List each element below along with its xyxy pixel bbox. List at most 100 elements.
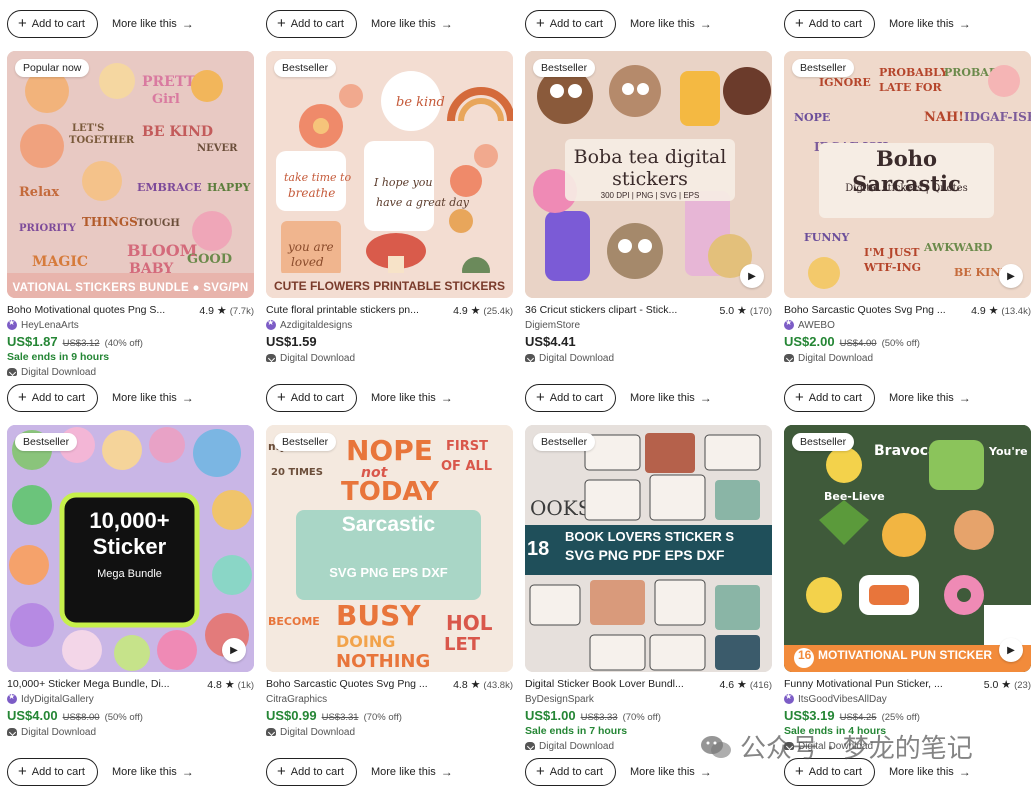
- add-to-cart-button[interactable]: + Add to cart: [525, 758, 616, 786]
- add-to-cart-button[interactable]: + Add to cart: [7, 384, 98, 412]
- listing-card[interactable]: 10,000+ Sticker Mega Bundle Bestseller ▶…: [7, 425, 254, 739]
- listing-card[interactable]: NOPE not TODAY FIRST OF ALL myself 20 TI…: [266, 425, 513, 739]
- shop-name[interactable]: DigiemStore: [525, 318, 772, 332]
- play-icon[interactable]: ▶: [999, 264, 1023, 288]
- add-to-cart-button[interactable]: + Add to cart: [784, 384, 875, 412]
- wechat-icon: [701, 735, 731, 758]
- listing-title[interactable]: Digital Sticker Book Lover Bundl...: [525, 678, 684, 690]
- more-like-this-link[interactable]: More like this →: [371, 765, 453, 779]
- sale-price: US$4.00: [7, 708, 58, 723]
- bestseller-badge: Bestseller: [792, 433, 855, 451]
- price-row: US$4.00 US$8.00 (50% off): [7, 708, 254, 725]
- rating: 4.6 ★ (416): [719, 678, 772, 691]
- price: US$1.59: [266, 334, 317, 349]
- more-like-this-link[interactable]: More like this →: [889, 17, 971, 31]
- more-like-this-link[interactable]: More like this →: [630, 391, 712, 405]
- add-to-cart-button[interactable]: + Add to cart: [525, 384, 616, 412]
- shop-name[interactable]: HeyLenaArts: [7, 318, 254, 332]
- add-to-cart-button[interactable]: + Add to cart: [7, 758, 98, 786]
- play-icon[interactable]: ▶: [222, 638, 246, 662]
- listing-title[interactable]: Funny Motivational Pun Sticker, ...: [784, 678, 943, 690]
- svg-text:Bee-Lieve: Bee-Lieve: [824, 490, 885, 503]
- bestseller-badge: Bestseller: [533, 59, 596, 77]
- add-to-cart-button[interactable]: + Add to cart: [7, 10, 98, 38]
- star-icon: ★: [224, 678, 235, 691]
- listing-image[interactable]: Bravocado! You're Bee-Lieve MOTIVATIONAL…: [784, 425, 1031, 672]
- sale-price: US$2.00: [784, 334, 835, 349]
- svg-text:TOGETHER: TOGETHER: [69, 135, 135, 146]
- sale-price: US$1.00: [525, 708, 576, 723]
- svg-text:TODAY: TODAY: [341, 477, 440, 507]
- play-icon[interactable]: ▶: [999, 638, 1023, 662]
- sticker-collage-image: PRETTY Girl LET'S TOGETHER BE KIND NEVER…: [7, 51, 254, 298]
- svg-text:DOING: DOING: [336, 632, 395, 651]
- more-like-this-link[interactable]: More like this →: [112, 391, 194, 405]
- star-icon: ★: [216, 304, 227, 317]
- listing-title[interactable]: 36 Cricut stickers clipart - Stick...: [525, 304, 677, 316]
- price-row: US$1.00 US$3.33 (70% off): [525, 708, 772, 725]
- discount: (50% off): [104, 712, 143, 723]
- plus-icon: +: [18, 15, 27, 32]
- popular-badge: Popular now: [15, 59, 90, 77]
- listing-card[interactable]: PRETTY Girl LET'S TOGETHER BE KIND NEVER…: [7, 51, 254, 379]
- rating: 4.9 ★ (7.7k): [199, 304, 254, 317]
- listing-card[interactable]: IGNORE PROBABLY LATE FOR PROBABLY NOPE N…: [784, 51, 1031, 365]
- add-to-cart-button[interactable]: + Add to cart: [266, 384, 357, 412]
- listing-title[interactable]: Boho Motivational quotes Png S...: [7, 304, 165, 316]
- listing-image[interactable]: 10,000+ Sticker Mega Bundle Bestseller ▶: [7, 425, 254, 672]
- shop-name[interactable]: ByDesignSpark: [525, 692, 772, 706]
- listing-title[interactable]: Boho Sarcastic Quotes Svg Png ...: [266, 678, 428, 690]
- listing-card[interactable]: be kind take time to breathe I hope you …: [266, 51, 513, 365]
- more-like-this-link[interactable]: More like this →: [112, 17, 194, 31]
- svg-text:BECOME: BECOME: [268, 615, 320, 628]
- listing-info: Cute floral printable stickers pn... 4.9…: [266, 298, 513, 365]
- shop-name[interactable]: Azdigitaldesigns: [266, 318, 513, 332]
- play-icon[interactable]: ▶: [740, 264, 764, 288]
- listing-info: Boho Sarcastic Quotes Svg Png ... 4.9 ★ …: [784, 298, 1031, 365]
- listing-image[interactable]: PRETTY Girl LET'S TOGETHER BE KIND NEVER…: [7, 51, 254, 298]
- add-to-cart-button[interactable]: + Add to cart: [266, 10, 357, 38]
- plus-icon: +: [795, 15, 804, 32]
- listing-card[interactable]: Boba tea digital stickers 300 DPI | PNG …: [525, 51, 772, 365]
- original-price: US$8.00: [62, 712, 100, 723]
- listing-image[interactable]: Boba tea digital stickers 300 DPI | PNG …: [525, 51, 772, 298]
- bestseller-badge: Bestseller: [274, 433, 337, 451]
- cloud-download-icon: [784, 354, 794, 362]
- digital-download: Digital Download: [7, 365, 254, 379]
- shop-name[interactable]: AWEBO: [784, 318, 1031, 332]
- listing-card[interactable]: Bravocado! You're Bee-Lieve MOTIVATIONAL…: [784, 425, 1031, 753]
- arrow-right-icon: →: [958, 391, 971, 405]
- shop-name[interactable]: ItsGoodVibesAllDay: [784, 692, 1031, 706]
- more-like-this-link[interactable]: More like this →: [630, 765, 712, 779]
- add-to-cart-button[interactable]: + Add to cart: [525, 10, 616, 38]
- svg-text:take time to: take time to: [284, 171, 351, 184]
- listing-image[interactable]: IGNORE PROBABLY LATE FOR PROBABLY NOPE N…: [784, 51, 1031, 298]
- price: US$4.41: [525, 334, 576, 349]
- plus-icon: +: [536, 389, 545, 406]
- plus-icon: +: [18, 389, 27, 406]
- more-like-this-link[interactable]: More like this →: [889, 391, 971, 405]
- more-like-this-link[interactable]: More like this →: [371, 17, 453, 31]
- more-like-this-link[interactable]: More like this →: [112, 765, 194, 779]
- svg-text:You're: You're: [988, 445, 1028, 458]
- more-like-this-link[interactable]: More like this →: [889, 765, 971, 779]
- bundle-count: 16: [798, 648, 812, 662]
- shop-name[interactable]: CitraGraphics: [266, 692, 513, 706]
- shop-name[interactable]: IdyDigitalGallery: [7, 692, 254, 706]
- listing-card[interactable]: OOKS 18 BOOK LOVERS STICKER S SVG PNG PD…: [525, 425, 772, 753]
- listing-title[interactable]: Boho Sarcastic Quotes Svg Png ...: [784, 304, 946, 316]
- svg-text:LET: LET: [444, 634, 481, 655]
- more-like-this-link[interactable]: More like this →: [371, 391, 453, 405]
- svg-text:Girl: Girl: [152, 92, 180, 107]
- svg-text:NOPE: NOPE: [346, 434, 433, 467]
- add-to-cart-button[interactable]: + Add to cart: [266, 758, 357, 786]
- more-like-this-link[interactable]: More like this →: [630, 17, 712, 31]
- listing-image[interactable]: be kind take time to breathe I hope you …: [266, 51, 513, 298]
- listing-image[interactable]: OOKS 18 BOOK LOVERS STICKER S SVG PNG PD…: [525, 425, 772, 672]
- star-seller-icon: [784, 318, 794, 330]
- listing-image[interactable]: NOPE not TODAY FIRST OF ALL myself 20 TI…: [266, 425, 513, 672]
- add-to-cart-button[interactable]: + Add to cart: [784, 10, 875, 38]
- bestseller-badge: Bestseller: [274, 59, 337, 77]
- listing-title[interactable]: 10,000+ Sticker Mega Bundle, Di...: [7, 678, 170, 690]
- listing-title[interactable]: Cute floral printable stickers pn...: [266, 304, 419, 316]
